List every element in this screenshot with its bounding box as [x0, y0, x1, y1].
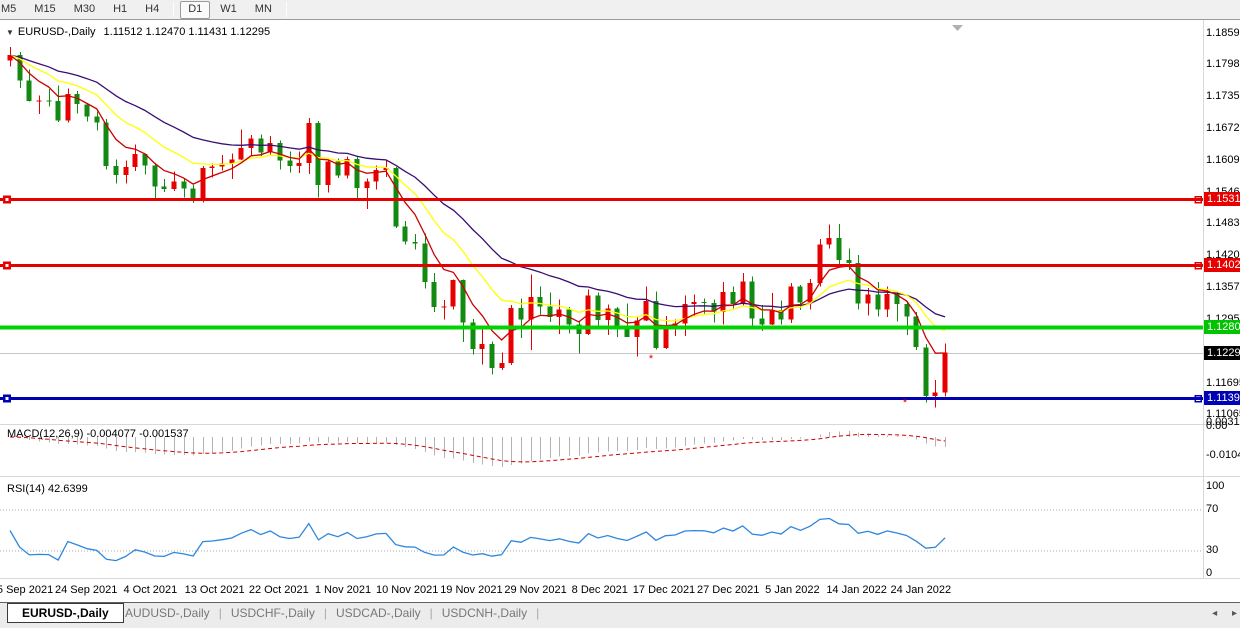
pane-separators[interactable]	[0, 20, 1240, 579]
timeframe-bar: M5M15M30H1H4 D1W1MN	[0, 1, 292, 19]
indicator-scale-label: 0	[1206, 568, 1212, 579]
tab-separator: |	[536, 606, 539, 620]
tab-scroll-right-icon[interactable]: ▸	[1232, 608, 1237, 619]
date-tick-label: 19 Nov 2021	[434, 584, 508, 596]
date-tick-label: 14 Jan 2022	[820, 584, 894, 596]
date-tick-label: 13 Oct 2021	[178, 584, 252, 596]
tab-scroll-arrows: ◂ ▸	[1200, 608, 1237, 619]
timeframe-h4-button[interactable]: H4	[137, 1, 167, 19]
ma-mid-line	[10, 55, 945, 330]
price-badge: 1.11398	[1204, 391, 1240, 405]
price-badge: 1.14028	[1204, 258, 1240, 272]
price-badge: 1.12295	[1204, 346, 1240, 360]
rsi-level-lines	[0, 510, 1203, 551]
price-tick-label: 1.11695	[1206, 378, 1240, 389]
timeframe-w1-button[interactable]: W1	[212, 1, 245, 19]
timeframe-h1-button[interactable]: H1	[105, 1, 135, 19]
ohlc-quote-label: 1.11512 1.12470 1.11431 1.12295	[104, 26, 271, 38]
chevron-down-icon[interactable]: ▼	[6, 28, 14, 37]
timeframe-m5-button[interactable]: M5	[0, 1, 24, 19]
tab-audusd[interactable]: AUDUSD-,Daily	[116, 606, 219, 620]
timeframe-m15-button[interactable]: M15	[26, 1, 63, 19]
price-tick-label: 1.17350	[1206, 91, 1240, 102]
tab-usdcad[interactable]: USDCAD-,Daily	[327, 606, 430, 620]
tab-eurusd-active[interactable]: EURUSD-,Daily	[7, 603, 124, 623]
date-tick-label: 24 Sep 2021	[49, 584, 123, 596]
toolbar-separator	[286, 2, 287, 17]
price-badge: 1.15314	[1204, 192, 1240, 206]
price-tick-label: 1.14830	[1206, 218, 1240, 229]
ma-fast-line	[10, 55, 945, 353]
timeframe-toolbar: M5M15M30H1H4 D1W1MN	[0, 0, 1240, 20]
price-badge: 1.12805	[1204, 320, 1240, 334]
timeframe-mn-button[interactable]: MN	[247, 1, 280, 19]
sell-marker-icon: *	[903, 397, 908, 409]
indicator-scale-label: 0.00	[1206, 421, 1227, 432]
symbol-period-label: EURUSD-,Daily	[18, 26, 96, 38]
chart-title: ▼ EURUSD-,Daily 1.11512 1.12470 1.11431 1.…	[6, 26, 270, 38]
toolbar-separator	[173, 2, 174, 17]
indicator-scale-label: -0.01043	[1206, 450, 1240, 461]
mt4-window: { "toolbar": { "timeframes": ["M5","M15"…	[0, 0, 1240, 628]
price-tick-label: 1.16090	[1206, 155, 1240, 166]
indicator-scale-label: 100	[1206, 481, 1224, 492]
tab-usdcnh[interactable]: USDCNH-,Daily	[433, 606, 536, 620]
date-tick-label: 27 Dec 2021	[691, 584, 765, 596]
date-tick-label: 10 Nov 2021	[370, 584, 444, 596]
indicator-scale-label: 30	[1206, 545, 1218, 556]
timeframe-m30-button[interactable]: M30	[66, 1, 103, 19]
price-tick-label: 1.18595	[1206, 28, 1240, 39]
ma-slow-line	[10, 55, 945, 317]
rsi-indicator-label: RSI(14) 42.6399	[7, 483, 88, 495]
date-tick-label: 4 Oct 2021	[113, 584, 187, 596]
date-tick-label: 17 Dec 2021	[627, 584, 701, 596]
rsi-line	[10, 519, 945, 561]
tab-usdchf[interactable]: USDCHF-,Daily	[222, 606, 324, 620]
symbol-tab-bar: EURUSD-,Daily AUDUSD-,Daily | USDCHF-,Dail…	[0, 602, 1240, 628]
indicator-scale-label: 70	[1206, 504, 1218, 515]
sell-marker-icon: *	[649, 353, 654, 365]
price-tick-label: 1.13570	[1206, 282, 1240, 293]
price-tick-label: 1.17980	[1206, 59, 1240, 70]
horizontal-level-lines[interactable]	[0, 196, 1203, 403]
date-tick-label: 24 Jan 2022	[884, 584, 958, 596]
timeframe-d1-button[interactable]: D1	[180, 1, 210, 19]
tab-scroll-left-icon[interactable]: ◂	[1212, 608, 1217, 619]
macd-indicator-label: MACD(12,26,9) -0.004077 -0.001537	[7, 428, 189, 440]
date-tick-label: 8 Dec 2021	[563, 584, 637, 596]
chart-shift-icon[interactable]	[952, 25, 963, 31]
symbol-tabs: AUDUSD-,Daily|USDCHF-,Daily|USDCAD-,Dail…	[116, 603, 539, 623]
date-tick-label: 29 Nov 2021	[499, 584, 573, 596]
date-tick-label: 22 Oct 2021	[242, 584, 316, 596]
price-tick-label: 1.16720	[1206, 123, 1240, 134]
date-tick-label: 5 Jan 2022	[755, 584, 829, 596]
date-tick-label: 1 Nov 2021	[306, 584, 380, 596]
chart-canvas[interactable]: **	[0, 0, 1240, 628]
